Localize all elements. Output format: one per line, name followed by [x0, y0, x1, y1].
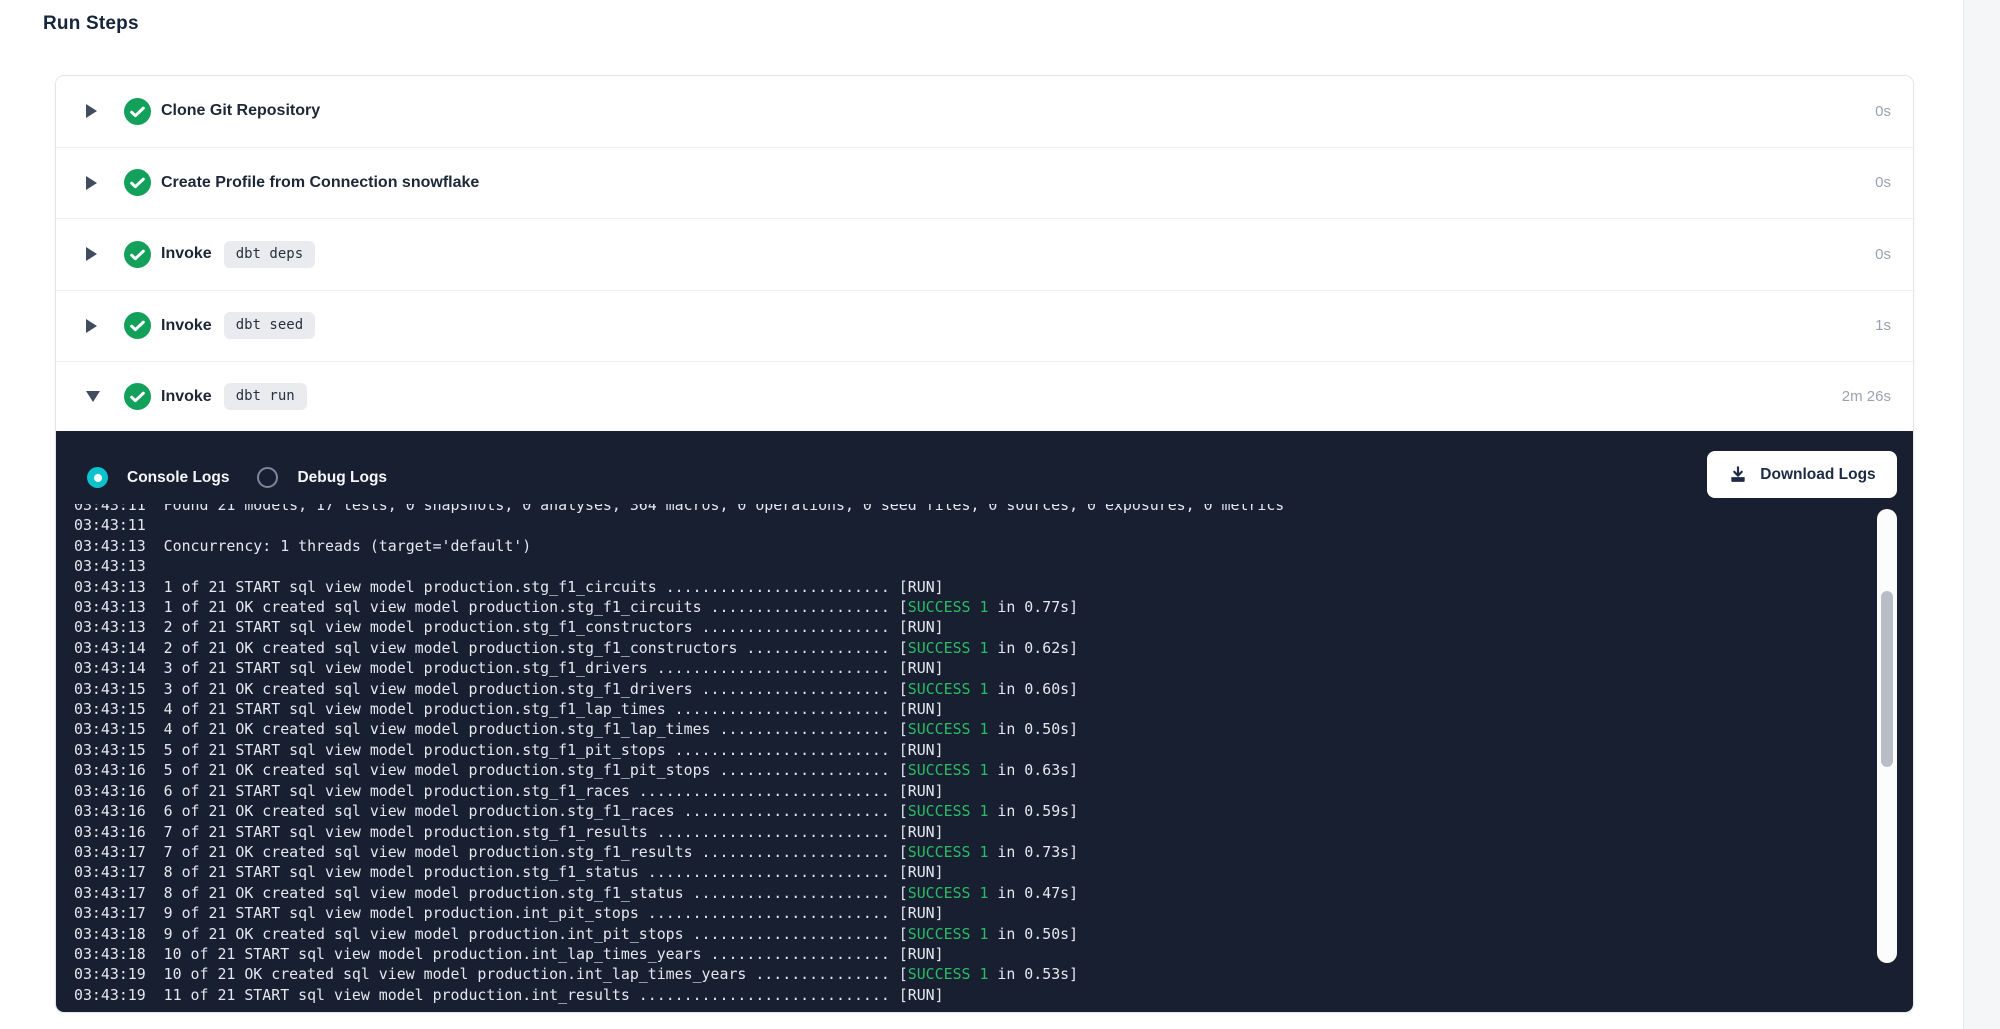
- log-line: 03:43:18 10 of 21 START sql view model p…: [74, 944, 1873, 964]
- console-logs-radio[interactable]: Console Logs: [87, 467, 229, 488]
- debug-logs-radio[interactable]: Debug Logs: [257, 467, 387, 488]
- step-row[interactable]: Create Profile from Connection snowflake…: [56, 148, 1913, 220]
- debug-logs-label: Debug Logs: [297, 469, 387, 487]
- log-line: 03:43:16 6 of 21 START sql view model pr…: [74, 781, 1873, 801]
- log-line: 03:43:19 11 of 21 START sql view model p…: [74, 985, 1873, 1005]
- log-line: 03:43:16 7 of 21 START sql view model pr…: [74, 822, 1873, 842]
- log-line: 03:43:17 7 of 21 OK created sql view mod…: [74, 842, 1873, 862]
- step-duration: 0s: [1875, 103, 1891, 120]
- success-check-icon: [124, 98, 151, 125]
- success-check-icon: [124, 169, 151, 196]
- step-label: Create Profile from Connection snowflake: [161, 174, 479, 192]
- log-line: 03:43:17 8 of 21 START sql view model pr…: [74, 862, 1873, 882]
- download-icon: [1728, 465, 1748, 485]
- success-check-icon: [124, 241, 151, 268]
- page-right-gutter: [1963, 0, 2000, 1029]
- step-row[interactable]: Invoke dbt deps 0s: [56, 219, 1913, 291]
- chevron-right-icon[interactable]: [86, 104, 97, 118]
- log-scrollbar-track[interactable]: [1877, 509, 1897, 963]
- step-label: Invoke: [161, 317, 212, 335]
- log-line: 03:43:14 3 of 21 START sql view model pr…: [74, 658, 1873, 678]
- step-duration: 2m 26s: [1842, 388, 1891, 405]
- step-duration: 0s: [1875, 246, 1891, 263]
- log-line: 03:43:16 5 of 21 OK created sql view mod…: [74, 760, 1873, 780]
- success-check-icon: [124, 383, 151, 410]
- log-line: 03:43:15 4 of 21 OK created sql view mod…: [74, 719, 1873, 739]
- step-label: Invoke: [161, 388, 212, 406]
- step-command-badge: dbt run: [224, 383, 307, 410]
- console-panel: Console Logs Debug Logs Download Logs 03…: [56, 431, 1913, 1012]
- download-logs-button[interactable]: Download Logs: [1707, 451, 1897, 498]
- log-line: 03:43:11 Found 21 models, 17 tests, 0 sn…: [74, 504, 1873, 515]
- log-line: 03:43:13 Concurrency: 1 threads (target=…: [74, 536, 1873, 556]
- log-tabs: Console Logs Debug Logs: [87, 467, 387, 488]
- step-command-badge: dbt seed: [224, 312, 315, 339]
- step-row[interactable]: Invoke dbt run 2m 26s: [56, 362, 1913, 431]
- success-check-icon: [124, 312, 151, 339]
- log-output: 03:43:11 Found 21 models, 17 tests, 0 sn…: [74, 504, 1873, 1005]
- run-steps-card: Clone Git Repository 0s Create Profile f…: [55, 75, 1914, 1013]
- step-label: Clone Git Repository: [161, 102, 320, 120]
- log-line: 03:43:13: [74, 556, 1873, 576]
- log-line: 03:43:19 10 of 21 OK created sql view mo…: [74, 964, 1873, 984]
- chevron-down-icon[interactable]: [86, 391, 100, 402]
- log-scrollbar-thumb[interactable]: [1881, 591, 1893, 767]
- log-line: 03:43:15 3 of 21 OK created sql view mod…: [74, 679, 1873, 699]
- page-title: Run Steps: [43, 13, 139, 35]
- step-duration: 0s: [1875, 174, 1891, 191]
- log-line: 03:43:11: [74, 515, 1873, 535]
- log-line: 03:43:13 1 of 21 OK created sql view mod…: [74, 597, 1873, 617]
- log-line: 03:43:15 5 of 21 START sql view model pr…: [74, 740, 1873, 760]
- step-label: Invoke: [161, 245, 212, 263]
- log-viewport[interactable]: 03:43:11 Found 21 models, 17 tests, 0 sn…: [74, 504, 1873, 1007]
- log-line: 03:43:13 2 of 21 START sql view model pr…: [74, 617, 1873, 637]
- console-logs-label: Console Logs: [127, 469, 229, 487]
- radio-unselected-icon[interactable]: [257, 467, 278, 488]
- log-line: 03:43:17 9 of 21 START sql view model pr…: [74, 903, 1873, 923]
- step-row[interactable]: Invoke dbt seed 1s: [56, 291, 1913, 363]
- log-line: 03:43:14 2 of 21 OK created sql view mod…: [74, 638, 1873, 658]
- chevron-right-icon[interactable]: [86, 247, 97, 261]
- log-line: 03:43:18 9 of 21 OK created sql view mod…: [74, 924, 1873, 944]
- log-line: 03:43:13 1 of 21 START sql view model pr…: [74, 577, 1873, 597]
- step-duration: 1s: [1875, 317, 1891, 334]
- log-line: 03:43:16 6 of 21 OK created sql view mod…: [74, 801, 1873, 821]
- step-row[interactable]: Clone Git Repository 0s: [56, 76, 1913, 148]
- download-logs-label: Download Logs: [1760, 466, 1875, 484]
- radio-selected-icon[interactable]: [87, 467, 108, 488]
- step-command-badge: dbt deps: [224, 241, 315, 268]
- log-line: 03:43:15 4 of 21 START sql view model pr…: [74, 699, 1873, 719]
- chevron-right-icon[interactable]: [86, 319, 97, 333]
- log-line: 03:43:17 8 of 21 OK created sql view mod…: [74, 883, 1873, 903]
- chevron-right-icon[interactable]: [86, 176, 97, 190]
